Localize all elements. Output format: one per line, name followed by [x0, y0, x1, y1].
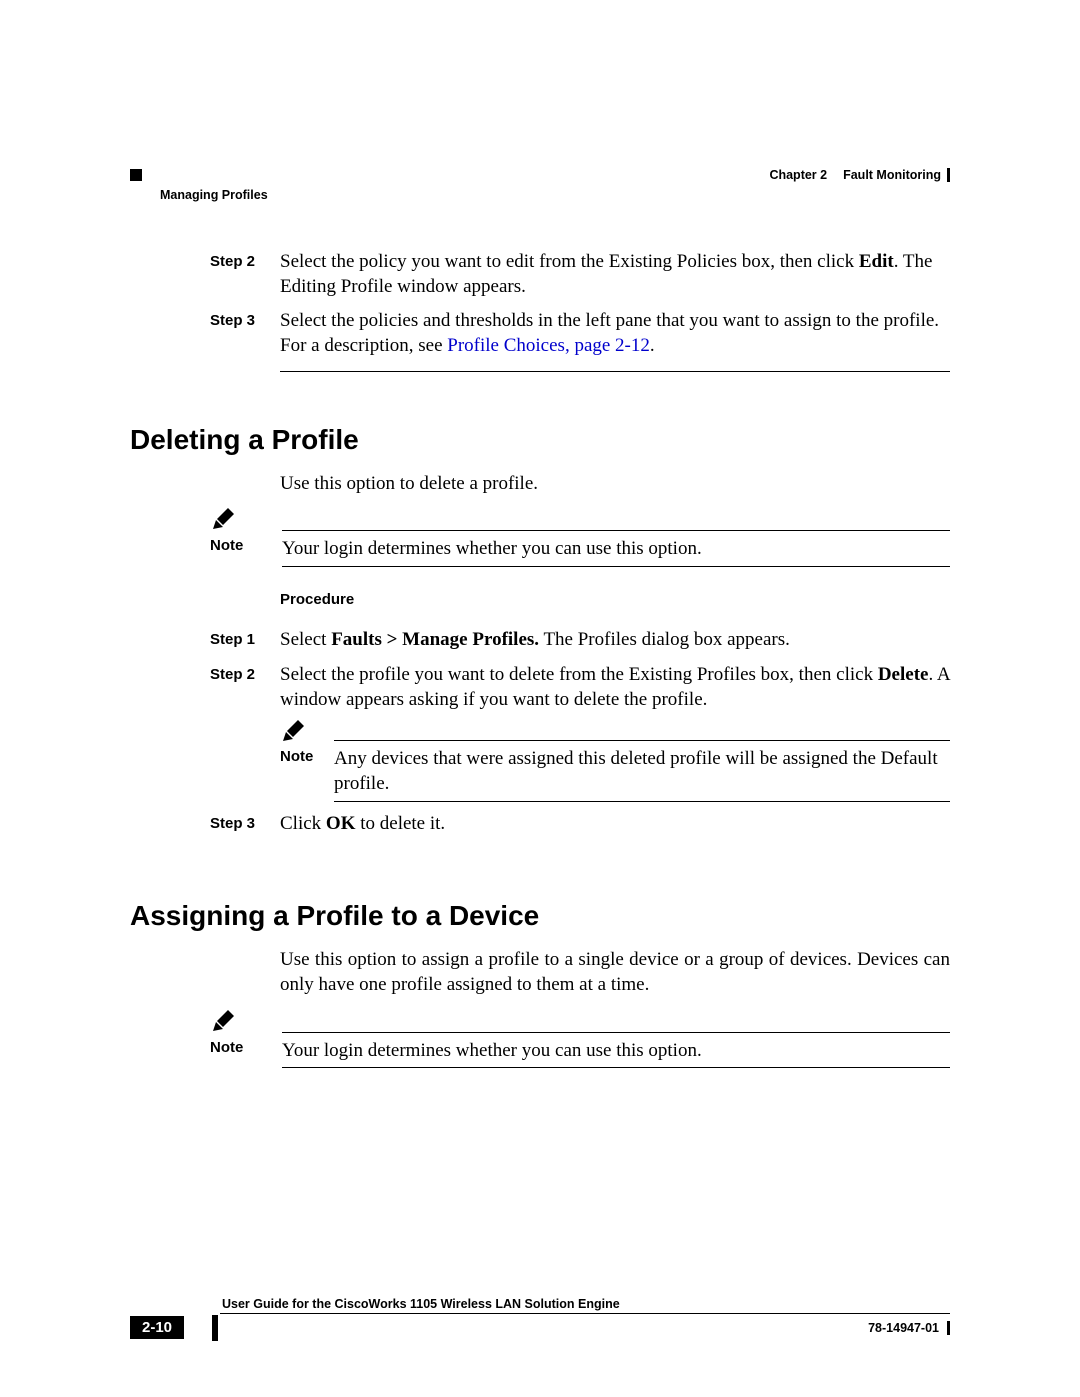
section-divider [280, 371, 950, 372]
note-rule [282, 566, 950, 567]
note-label: Note [210, 1039, 282, 1056]
step-label: Step 2 [210, 663, 280, 683]
procedure-heading: Procedure [280, 591, 950, 608]
footer-doc-id: 78-14947-01 [868, 1321, 939, 1335]
step-row: Step 3 Select the policies and threshold… [210, 309, 950, 358]
header-bar-icon [947, 168, 950, 182]
running-header: Chapter 2 Fault Monitoring [130, 168, 950, 182]
step-label: Step 3 [210, 309, 280, 329]
footer-bar-icon [947, 1321, 950, 1335]
step-row: Step 2 Select the policy you want to edi… [210, 250, 950, 299]
section-label: Managing Profiles [160, 188, 268, 202]
section-intro: Use this option to delete a profile. [280, 472, 950, 497]
step-body: Select the policies and thresholds in th… [280, 309, 950, 358]
step-row: Step 3 Click OK to delete it. [210, 812, 950, 837]
note-text: Your login determines whether you can us… [282, 537, 950, 562]
note-text: Your login determines whether you can us… [282, 1039, 950, 1064]
step-body: Select the policy you want to edit from … [280, 250, 950, 299]
pencil-icon [210, 1010, 234, 1034]
step-label: Step 3 [210, 812, 280, 832]
pencil-icon [280, 720, 304, 744]
note-label: Note [280, 747, 334, 767]
chapter-title: Fault Monitoring [843, 168, 941, 182]
page-number-badge: 2-10 [130, 1316, 184, 1339]
step-label: Step 2 [210, 250, 280, 270]
step-body: Select the profile you want to delete fr… [280, 663, 950, 802]
footer-bar-icon [212, 1315, 218, 1341]
step-row: Step 1 Select Faults > Manage Profiles. … [210, 628, 950, 653]
step-body: Click OK to delete it. [280, 812, 950, 837]
note-text: Any devices that were assigned this dele… [334, 747, 950, 796]
note-label: Note [210, 537, 282, 554]
cross-ref-link[interactable]: Profile Choices, page 2-12 [447, 335, 650, 356]
heading-assigning-profile: Assigning a Profile to a Device [130, 900, 950, 932]
pencil-icon [210, 508, 234, 532]
heading-deleting-profile: Deleting a Profile [130, 424, 950, 456]
section-intro: Use this option to assign a profile to a… [280, 948, 950, 997]
footer-rule [220, 1313, 950, 1314]
step-label: Step 1 [210, 628, 280, 648]
note-rule [334, 801, 950, 802]
step-body: Select Faults > Manage Profiles. The Pro… [280, 628, 950, 653]
page-footer: User Guide for the CiscoWorks 1105 Wirel… [130, 1313, 950, 1339]
footer-doc-title: User Guide for the CiscoWorks 1105 Wirel… [222, 1297, 620, 1311]
note-rule [282, 1067, 950, 1068]
step-row: Step 2 Select the profile you want to de… [210, 663, 950, 802]
header-square-icon [130, 169, 142, 181]
chapter-label: Chapter 2 [769, 168, 827, 182]
